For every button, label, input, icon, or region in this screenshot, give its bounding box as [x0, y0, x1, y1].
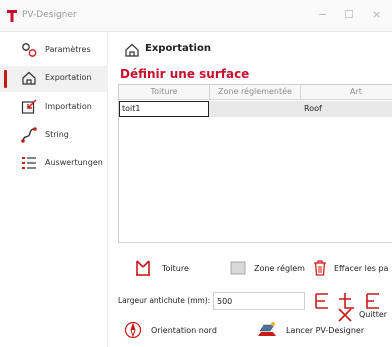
art-cell[interactable]: Roof [304, 104, 322, 113]
toiture-cell-editor[interactable]: toit1 [119, 101, 209, 117]
page-heading: Définir une surface [120, 67, 250, 81]
sidebar-item-label: Paramètres [45, 45, 91, 54]
home-icon [125, 43, 139, 57]
sidebar-item-exportation[interactable]: Exportation [0, 66, 108, 92]
main-panel: Exportation Définir une surface Toiture … [108, 32, 392, 347]
close-x-icon [338, 308, 352, 322]
fall-protection-width-label: Largeur antichute (mm): [118, 296, 211, 305]
zone-button-label: Zone réglem [254, 264, 305, 273]
selection-indicator [4, 70, 7, 88]
quit-button[interactable]: Quitter [337, 304, 392, 328]
settings-icon [22, 43, 37, 57]
app-logo-icon [7, 10, 17, 22]
sidebar-item-string[interactable]: String [0, 123, 108, 149]
compass-icon [124, 321, 142, 339]
quit-button-label: Quitter [359, 310, 388, 319]
close-button[interactable]: × [372, 8, 381, 21]
fall-protection-width-input[interactable] [213, 292, 305, 310]
section-title: Exportation [145, 43, 211, 54]
effacer-button[interactable]: Effacer les pa [312, 256, 392, 280]
list-icon [22, 157, 36, 169]
zone-reglementee-button[interactable]: Zone réglem [230, 256, 305, 280]
sidebar: Paramètres Exportation Importation Strin… [0, 32, 108, 347]
table-row[interactable]: toit1 Roof [119, 101, 392, 117]
sidebar-item-label: Exportation [45, 73, 92, 82]
edge-tool-1-icon[interactable] [312, 291, 332, 311]
column-header-toiture[interactable]: Toiture [119, 87, 209, 96]
orientation-nord-button[interactable]: Orientation nord [124, 318, 224, 342]
import-icon [21, 99, 37, 114]
effacer-button-label: Effacer les pa [334, 264, 389, 273]
sidebar-item-parametres[interactable]: Paramètres [0, 38, 108, 64]
toiture-button-label: Toiture [162, 264, 189, 273]
table-header: Toiture Zone réglementée Art [119, 85, 392, 100]
sidebar-item-label: Auswertungen [45, 158, 103, 167]
sidebar-item-label: String [45, 130, 69, 139]
home-icon [22, 71, 36, 85]
toiture-cell-value[interactable]: toit1 [122, 104, 140, 113]
maximize-button[interactable]: ☐ [344, 8, 354, 21]
zone-icon [230, 261, 246, 275]
minimize-button[interactable]: − [318, 8, 327, 21]
sidebar-item-label: Importation [45, 102, 92, 111]
orientation-button-label: Orientation nord [151, 326, 217, 335]
sidebar-item-auswertungen[interactable]: Auswertungen [0, 151, 108, 177]
column-header-art[interactable]: Art [301, 87, 392, 96]
trash-icon [314, 260, 326, 276]
toiture-button[interactable]: Toiture [134, 256, 214, 280]
string-icon [21, 127, 37, 143]
solar-panel-icon [258, 322, 276, 336]
sidebar-item-importation[interactable]: Importation [0, 95, 108, 121]
column-header-zone[interactable]: Zone réglementée [210, 87, 300, 96]
surface-table[interactable]: Toiture Zone réglementée Art toit1 Roof [118, 84, 392, 243]
window-title: PV-Designer [22, 10, 77, 20]
title-bar: PV-Designer − ☐ × [0, 0, 392, 32]
roof-icon [136, 260, 150, 276]
